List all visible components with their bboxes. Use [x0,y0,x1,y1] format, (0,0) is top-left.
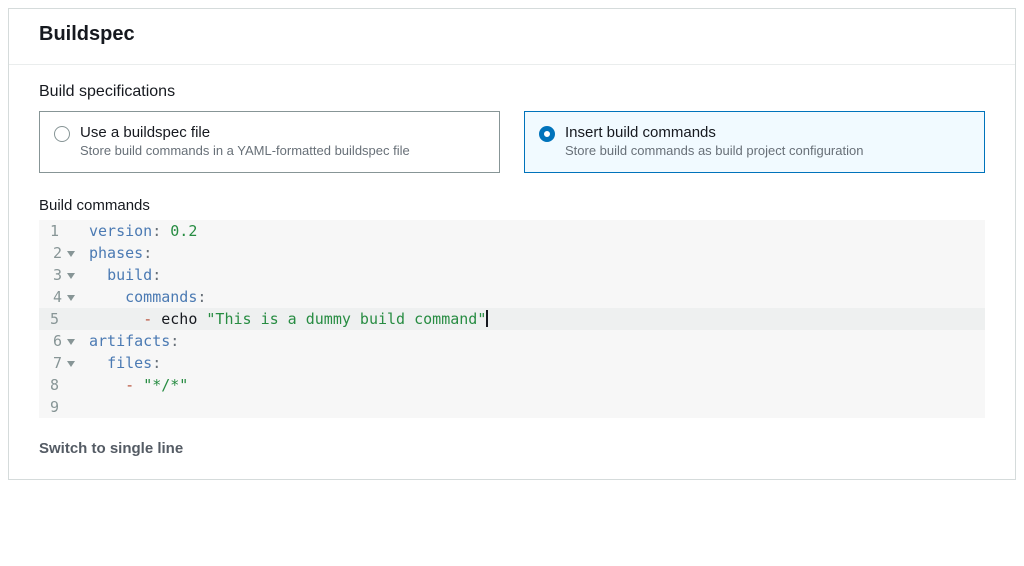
option-title: Use a buildspec file [80,124,410,141]
gutter: 2 [39,242,79,264]
tile-text: Use a buildspec file Store build command… [80,124,410,158]
code: phases: [79,242,985,264]
yaml-string: "This is a dummy build command" [206,310,486,328]
panel-body: Build specifications Use a buildspec fil… [9,65,1015,479]
line-number: 9 [50,396,59,418]
editor-line: 8 - "*/*" [39,374,985,396]
fold-spacer [64,317,75,323]
gutter: 3 [39,264,79,286]
line-number: 2 [53,242,62,264]
yaml-key: commands [125,288,197,306]
line-number: 4 [53,286,62,308]
code: files: [79,352,985,374]
option-desc: Store build commands in a YAML-formatted… [80,143,410,158]
option-insert-commands[interactable]: Insert build commands Store build comman… [524,111,985,173]
yaml-key: artifacts [89,332,170,350]
spec-section-title: Build specifications [39,83,985,101]
fold-toggle-icon[interactable] [67,295,75,301]
fold-toggle-icon[interactable] [67,361,75,367]
cursor-caret [486,310,488,327]
option-buildspec-file[interactable]: Use a buildspec file Store build command… [39,111,500,173]
line-number: 6 [53,330,62,352]
commands-label: Build commands [39,197,985,214]
code: - echo "This is a dummy build command" [79,308,985,330]
yaml-key: files [107,354,152,372]
yaml-word: echo [161,310,206,328]
colon: : [152,222,161,240]
yaml-dash: - [125,376,143,394]
editor-line: 4 commands: [39,286,985,308]
yaml-number: 0.2 [170,222,197,240]
colon: : [152,354,161,372]
radio-unselected-icon [54,126,70,142]
editor-line-active: 5 - echo "This is a dummy build command" [39,308,985,330]
code: version: 0.2 [79,220,985,242]
code-editor[interactable]: 1 version: 0.2 2 phases: 3 build: 4 comm… [39,220,985,418]
editor-line: 7 files: [39,352,985,374]
spec-options: Use a buildspec file Store build command… [39,111,985,173]
option-desc: Store build commands as build project co… [565,143,863,158]
tile-text: Insert build commands Store build comman… [565,124,863,158]
line-number: 8 [50,374,59,396]
yaml-key: phases [89,244,143,262]
colon: : [170,332,179,350]
gutter: 4 [39,286,79,308]
gutter: 7 [39,352,79,374]
yaml-key: version [89,222,152,240]
fold-spacer [64,405,75,411]
editor-line: 9 [39,396,985,418]
fold-spacer [64,383,75,389]
line-number: 5 [50,308,59,330]
line-number: 3 [53,264,62,286]
code [79,396,985,418]
editor-line: 1 version: 0.2 [39,220,985,242]
radio-selected-icon [539,126,555,142]
gutter: 5 [39,308,79,330]
option-title: Insert build commands [565,124,863,141]
gutter: 8 [39,374,79,396]
buildspec-panel: Buildspec Build specifications Use a bui… [8,8,1016,480]
colon: : [143,244,152,262]
editor-line: 2 phases: [39,242,985,264]
code: commands: [79,286,985,308]
panel-title: Buildspec [39,23,985,46]
line-number: 7 [53,352,62,374]
gutter: 1 [39,220,79,242]
yaml-key: build [107,266,152,284]
code: - "*/*" [79,374,985,396]
switch-to-single-line[interactable]: Switch to single line [39,440,183,457]
code: artifacts: [79,330,985,352]
yaml-dash: - [143,310,161,328]
gutter: 6 [39,330,79,352]
fold-toggle-icon[interactable] [67,273,75,279]
fold-toggle-icon[interactable] [67,339,75,345]
fold-spacer [64,229,75,235]
fold-toggle-icon[interactable] [67,251,75,257]
panel-header: Buildspec [9,9,1015,65]
gutter: 9 [39,396,79,418]
colon: : [152,266,161,284]
editor-line: 6 artifacts: [39,330,985,352]
line-number: 1 [50,220,59,242]
yaml-string: "*/*" [143,376,188,394]
colon: : [197,288,206,306]
code: build: [79,264,985,286]
editor-line: 3 build: [39,264,985,286]
